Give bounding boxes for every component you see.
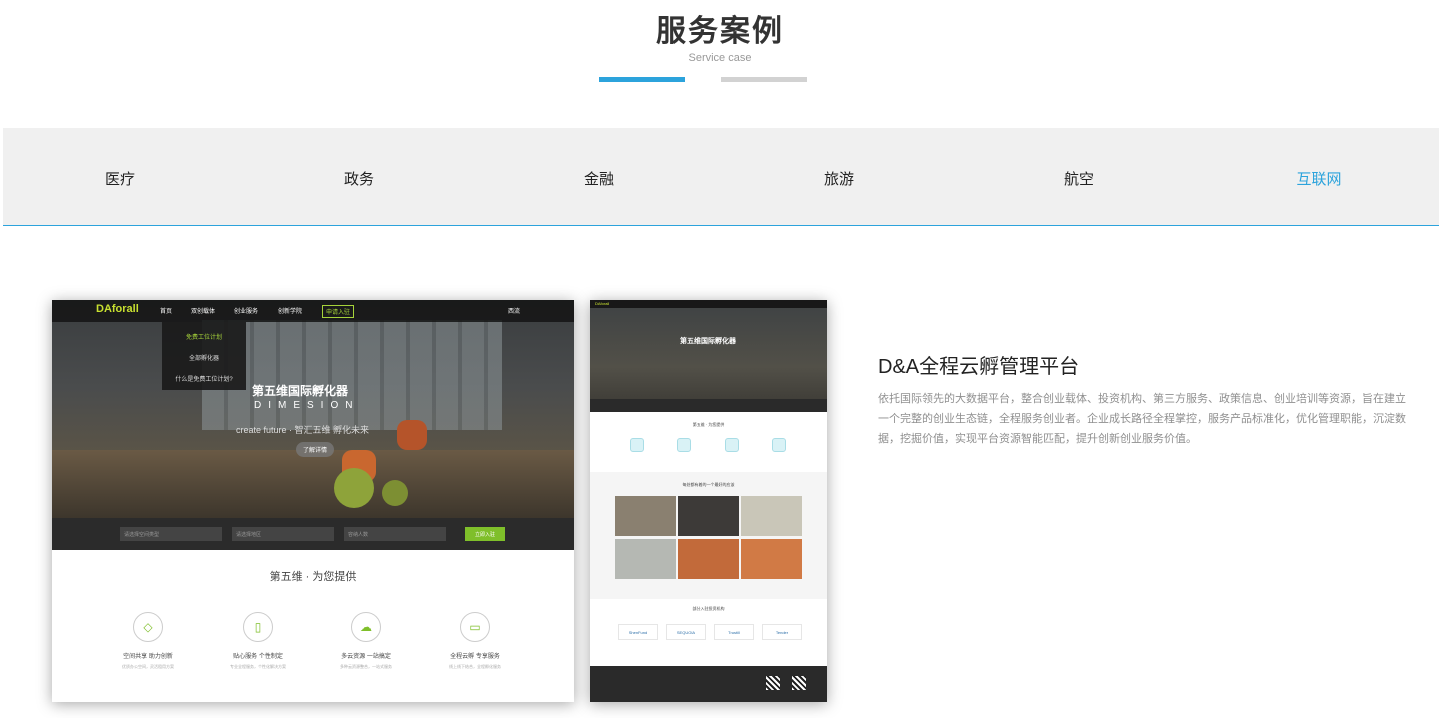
mock-feature: ▭ 全程云孵 专享服务 线上线下结合，全程孵化服务 (425, 612, 525, 670)
mock-nav-item: 双创载体 (191, 309, 216, 315)
mock-hero-button: 了解详情 (296, 442, 335, 457)
mock-feature: ☁ 多云资源 一站搞定 多种云资源整合，一站式服务 (316, 612, 416, 670)
feature-icon (725, 438, 739, 452)
hero-window-decor (202, 320, 502, 430)
tab-government[interactable]: 政务 (299, 168, 419, 189)
mock-section-title: 部分入驻投资机构 (692, 606, 725, 611)
tab-medical[interactable]: 医疗 (60, 168, 180, 189)
carousel-indicator-active[interactable] (599, 77, 685, 82)
mock-nav-item: 创业服务 (234, 309, 259, 315)
case-screenshot-main[interactable]: DAforall 首页 双创载体 创业服务 创新学院 申请入驻 西流 免费工位计… (52, 300, 574, 702)
monitor-icon: ▭ (460, 612, 490, 642)
mock-feature: ◇ 空间共享 助力创新 优质办公空间，灵活租用方案 (98, 612, 198, 670)
mock-dropdown-item: 免费工位计划 (185, 335, 222, 341)
mock-field: 请选择地区 (232, 527, 334, 541)
mock-navbar: DAforall (590, 300, 827, 308)
mock-hero-subtitle: DIMESION (254, 400, 360, 411)
mock-field: 请选择空间类型 (120, 527, 222, 541)
hero-floor-decor (52, 450, 574, 518)
mock-feature-desc: 多种云资源整合，一站式服务 (340, 664, 392, 669)
mock-search-bar: 请选择空间类型 请选择地区 容纳人数 立即入驻 (52, 518, 574, 550)
gallery-photo (615, 539, 676, 579)
qr-code-icon (766, 676, 780, 690)
mock-hero-title: 第五维国际孵化器 (680, 338, 736, 345)
service-icon: ▯ (243, 612, 273, 642)
tab-aviation[interactable]: 航空 (1019, 168, 1139, 189)
partner-logo: Trustill (714, 624, 754, 640)
tab-internet[interactable]: 互联网 (1259, 168, 1379, 189)
feature-icon (772, 438, 786, 452)
partner-logo: ShenFund (618, 624, 658, 640)
mock-footer (590, 666, 827, 702)
tab-finance[interactable]: 金融 (539, 168, 659, 189)
tab-tourism[interactable]: 旅游 (779, 168, 899, 189)
mock-feature-title: 全程云孵 专享服务 (450, 654, 500, 660)
mock-section-title: 第五维 · 为您提供 (269, 571, 357, 583)
page-subtitle: Service case (688, 52, 752, 64)
mock-dropdown: 免费工位计划 全部孵化器 什么是免费工位计划? (162, 322, 246, 390)
gallery-photo (615, 496, 676, 536)
mock-logo: DAforall (96, 303, 139, 315)
mock-hero-title: 第五维国际孵化器 (252, 384, 349, 398)
mock-login: 西流 (508, 309, 521, 315)
space-icon: ◇ (133, 612, 163, 642)
mock-logo: DAforall (595, 301, 610, 306)
chair-decor (397, 420, 427, 450)
category-tabs: 医疗 政务 金融 旅游 航空 互联网 (3, 128, 1439, 226)
cloud-icon: ☁ (351, 612, 381, 642)
mock-feature-title: 空间共享 助力创新 (123, 654, 173, 660)
gallery-photo (741, 539, 802, 579)
stool-decor (382, 480, 408, 506)
mock-feature-desc: 线上线下结合，全程孵化服务 (449, 664, 501, 669)
partner-logo: SEQUOIA (666, 624, 706, 640)
mock-enter-button: 立即入驻 (465, 527, 505, 541)
carousel-indicator-inactive[interactable] (721, 77, 807, 82)
mock-nav-item: 首页 (160, 309, 173, 315)
mock-search-bar (590, 399, 827, 412)
mock-gallery: 每处都有着的一个最好的应该 (590, 472, 827, 599)
mock-section-title: 第五维 · 为您提供 (692, 422, 725, 427)
case-screenshot-secondary[interactable]: DAforall 第五维国际孵化器 第五维 · 为您提供 每处都有着的一个最好的… (590, 300, 827, 702)
gallery-photo (741, 496, 802, 536)
mock-feature-desc: 专业全程服务，个性化解决方案 (230, 664, 286, 669)
partner-logo: Tender (762, 624, 802, 640)
mock-feature-desc: 优质办公空间，灵活租用方案 (122, 664, 174, 669)
mock-dropdown-item: 全部孵化器 (188, 356, 219, 362)
mock-dropdown-item: 什么是免费工位计划? (175, 377, 233, 383)
gallery-photo (678, 539, 739, 579)
mock-section-title: 每处都有着的一个最好的应该 (682, 482, 735, 487)
hero-image: DAforall 第五维国际孵化器 (590, 300, 827, 412)
feature-icon (677, 438, 691, 452)
case-title: D&A全程云孵管理平台 (878, 356, 1080, 378)
mock-field: 容纳人数 (344, 527, 446, 541)
mock-feature-title: 多云资源 一站搞定 (341, 654, 391, 660)
gallery-photo (678, 496, 739, 536)
feature-icon (630, 438, 644, 452)
mock-apply-button: 申请入驻 (322, 305, 355, 318)
qr-code-icon (792, 676, 806, 690)
mock-feature: ▯ 贴心服务 个性制定 专业全程服务，个性化解决方案 (208, 612, 308, 670)
mock-navbar: DAforall 首页 双创载体 创业服务 创新学院 申请入驻 西流 (52, 300, 574, 322)
case-description: 依托国际领先的大数据平台，整合创业载体、投资机构、第三方服务、政策信息、创业培训… (878, 393, 1406, 445)
section-header: 服务案例 Service case (0, 0, 1440, 128)
mock-feature-title: 贴心服务 个性制定 (233, 654, 283, 660)
stool-decor (334, 468, 374, 508)
page-title: 服务案例 (656, 15, 784, 48)
mock-hero-slogan: create future · 智汇五维 孵化未来 (236, 425, 370, 435)
mock-nav-item: 创新学院 (278, 309, 303, 315)
hero-image: DAforall 首页 双创载体 创业服务 创新学院 申请入驻 西流 免费工位计… (52, 300, 574, 518)
